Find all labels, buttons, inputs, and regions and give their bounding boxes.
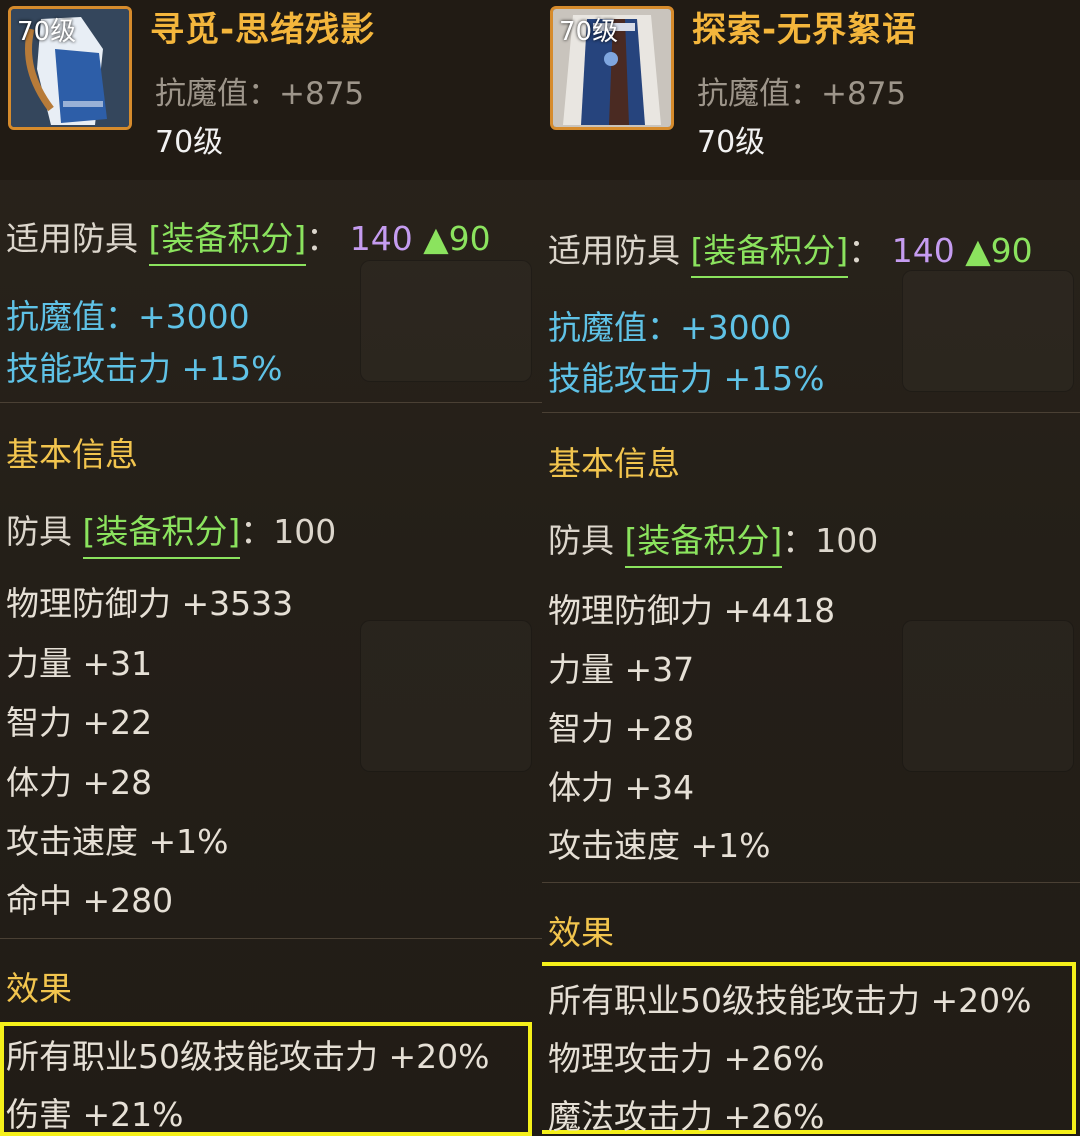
armor-label: 防具 xyxy=(6,512,72,551)
armor-label: 防具 xyxy=(548,521,614,560)
item-header: 70级 探索-无界絮语 抗魔值：+875 70级 xyxy=(542,0,1080,180)
stat-line: 体力 +34 xyxy=(548,768,695,807)
effect-line: 伤害 +21% xyxy=(6,1095,184,1134)
gear-score-link[interactable]: [装备积分] xyxy=(82,512,241,559)
background-tile xyxy=(360,260,532,382)
stat-line: 力量 +37 xyxy=(548,650,695,689)
basic-info-title: 基本信息 xyxy=(548,444,680,483)
item-name: 寻觅-思绪残影 xyxy=(150,10,376,50)
magic-resist-value: +875 xyxy=(279,76,365,112)
applicable-armor-row: 适用防具 [装备积分]： 140 ▲90 xyxy=(6,212,491,266)
effects-title: 效果 xyxy=(6,969,72,1008)
divider xyxy=(0,938,542,939)
stat-line: 攻击速度 +1% xyxy=(548,826,771,865)
basic-info-title: 基本信息 xyxy=(6,435,138,474)
gear-score-link[interactable]: [装备积分] xyxy=(624,521,783,568)
background-tile xyxy=(902,620,1074,772)
item-panel-right: 70级 探索-无界絮语 抗魔值：+875 70级 适用防具 [装备积分]： 14… xyxy=(542,0,1080,1136)
item-level: 70级 xyxy=(697,125,766,160)
stat-line: 物理防御力 +4418 xyxy=(548,591,836,630)
colon: ： xyxy=(306,219,340,258)
effects-title: 效果 xyxy=(548,913,614,952)
stat-line: 物理防御力 +3533 xyxy=(6,584,294,623)
bonus-magic-resist: 抗魔值：+3000 xyxy=(6,297,250,336)
magic-resist-value: +875 xyxy=(821,76,907,112)
stat-line: 智力 +22 xyxy=(6,703,153,742)
gear-score-value: 140 xyxy=(891,231,955,270)
armor-score-row: 防具 [装备积分]：100 xyxy=(548,514,879,568)
stat-line: 体力 +28 xyxy=(6,763,153,802)
magic-resist-label: 抗魔值： xyxy=(155,76,279,112)
bonus-skill-attack: 技能攻击力 +15% xyxy=(6,349,283,388)
applicable-armor-row: 适用防具 [装备积分]： 140 ▲90 xyxy=(548,224,1033,278)
effect-line: 所有职业50级技能攻击力 +20% xyxy=(6,1037,490,1076)
effect-line: 魔法攻击力 +26% xyxy=(548,1097,825,1136)
background-tile xyxy=(902,270,1074,392)
bonus-skill-attack: 技能攻击力 +15% xyxy=(548,359,825,398)
armor-score-row: 防具 [装备积分]：100 xyxy=(6,505,337,559)
colon: ： xyxy=(848,231,882,270)
divider xyxy=(0,402,542,403)
background-tile xyxy=(360,620,532,772)
stat-line: 命中 +280 xyxy=(6,881,174,920)
item-panel-left: 70级 寻觅-思绪残影 抗魔值：+875 70级 适用防具 [装备积分]： 14… xyxy=(0,0,542,1136)
effect-line: 所有职业50级技能攻击力 +20% xyxy=(548,981,1032,1020)
item-icon[interactable]: 70级 xyxy=(550,6,674,130)
item-name: 探索-无界絮语 xyxy=(692,10,918,50)
gear-score-link[interactable]: [装备积分] xyxy=(690,231,849,278)
armor-score-value: ：100 xyxy=(240,512,337,551)
item-header: 70级 寻觅-思绪残影 抗魔值：+875 70级 xyxy=(0,0,542,180)
magic-resist-stat: 抗魔值：+875 xyxy=(155,68,364,113)
icon-level-badge: 70级 xyxy=(559,17,619,47)
bonus-magic-resist: 抗魔值：+3000 xyxy=(548,308,792,347)
armor-score-value: ：100 xyxy=(782,521,879,560)
item-icon[interactable]: 70级 xyxy=(8,6,132,130)
magic-resist-label: 抗魔值： xyxy=(697,76,821,112)
gear-score-increase: ▲90 xyxy=(423,219,491,258)
item-level: 70级 xyxy=(155,125,224,160)
divider xyxy=(542,412,1080,413)
gear-score-link[interactable]: [装备积分] xyxy=(148,219,307,266)
stat-line: 力量 +31 xyxy=(6,644,153,683)
divider xyxy=(542,882,1080,883)
stat-line: 攻击速度 +1% xyxy=(6,822,229,861)
icon-level-badge: 70级 xyxy=(17,17,77,47)
stat-line: 智力 +28 xyxy=(548,709,695,748)
gear-score-increase: ▲90 xyxy=(965,231,1033,270)
applicable-armor-label: 适用防具 xyxy=(6,219,138,258)
applicable-armor-label: 适用防具 xyxy=(548,231,680,270)
comparison-view: 70级 寻觅-思绪残影 抗魔值：+875 70级 适用防具 [装备积分]： 14… xyxy=(0,0,1080,1136)
effect-line: 物理攻击力 +26% xyxy=(548,1039,825,1078)
gear-score-value: 140 xyxy=(349,219,413,258)
magic-resist-stat: 抗魔值：+875 xyxy=(697,68,906,113)
